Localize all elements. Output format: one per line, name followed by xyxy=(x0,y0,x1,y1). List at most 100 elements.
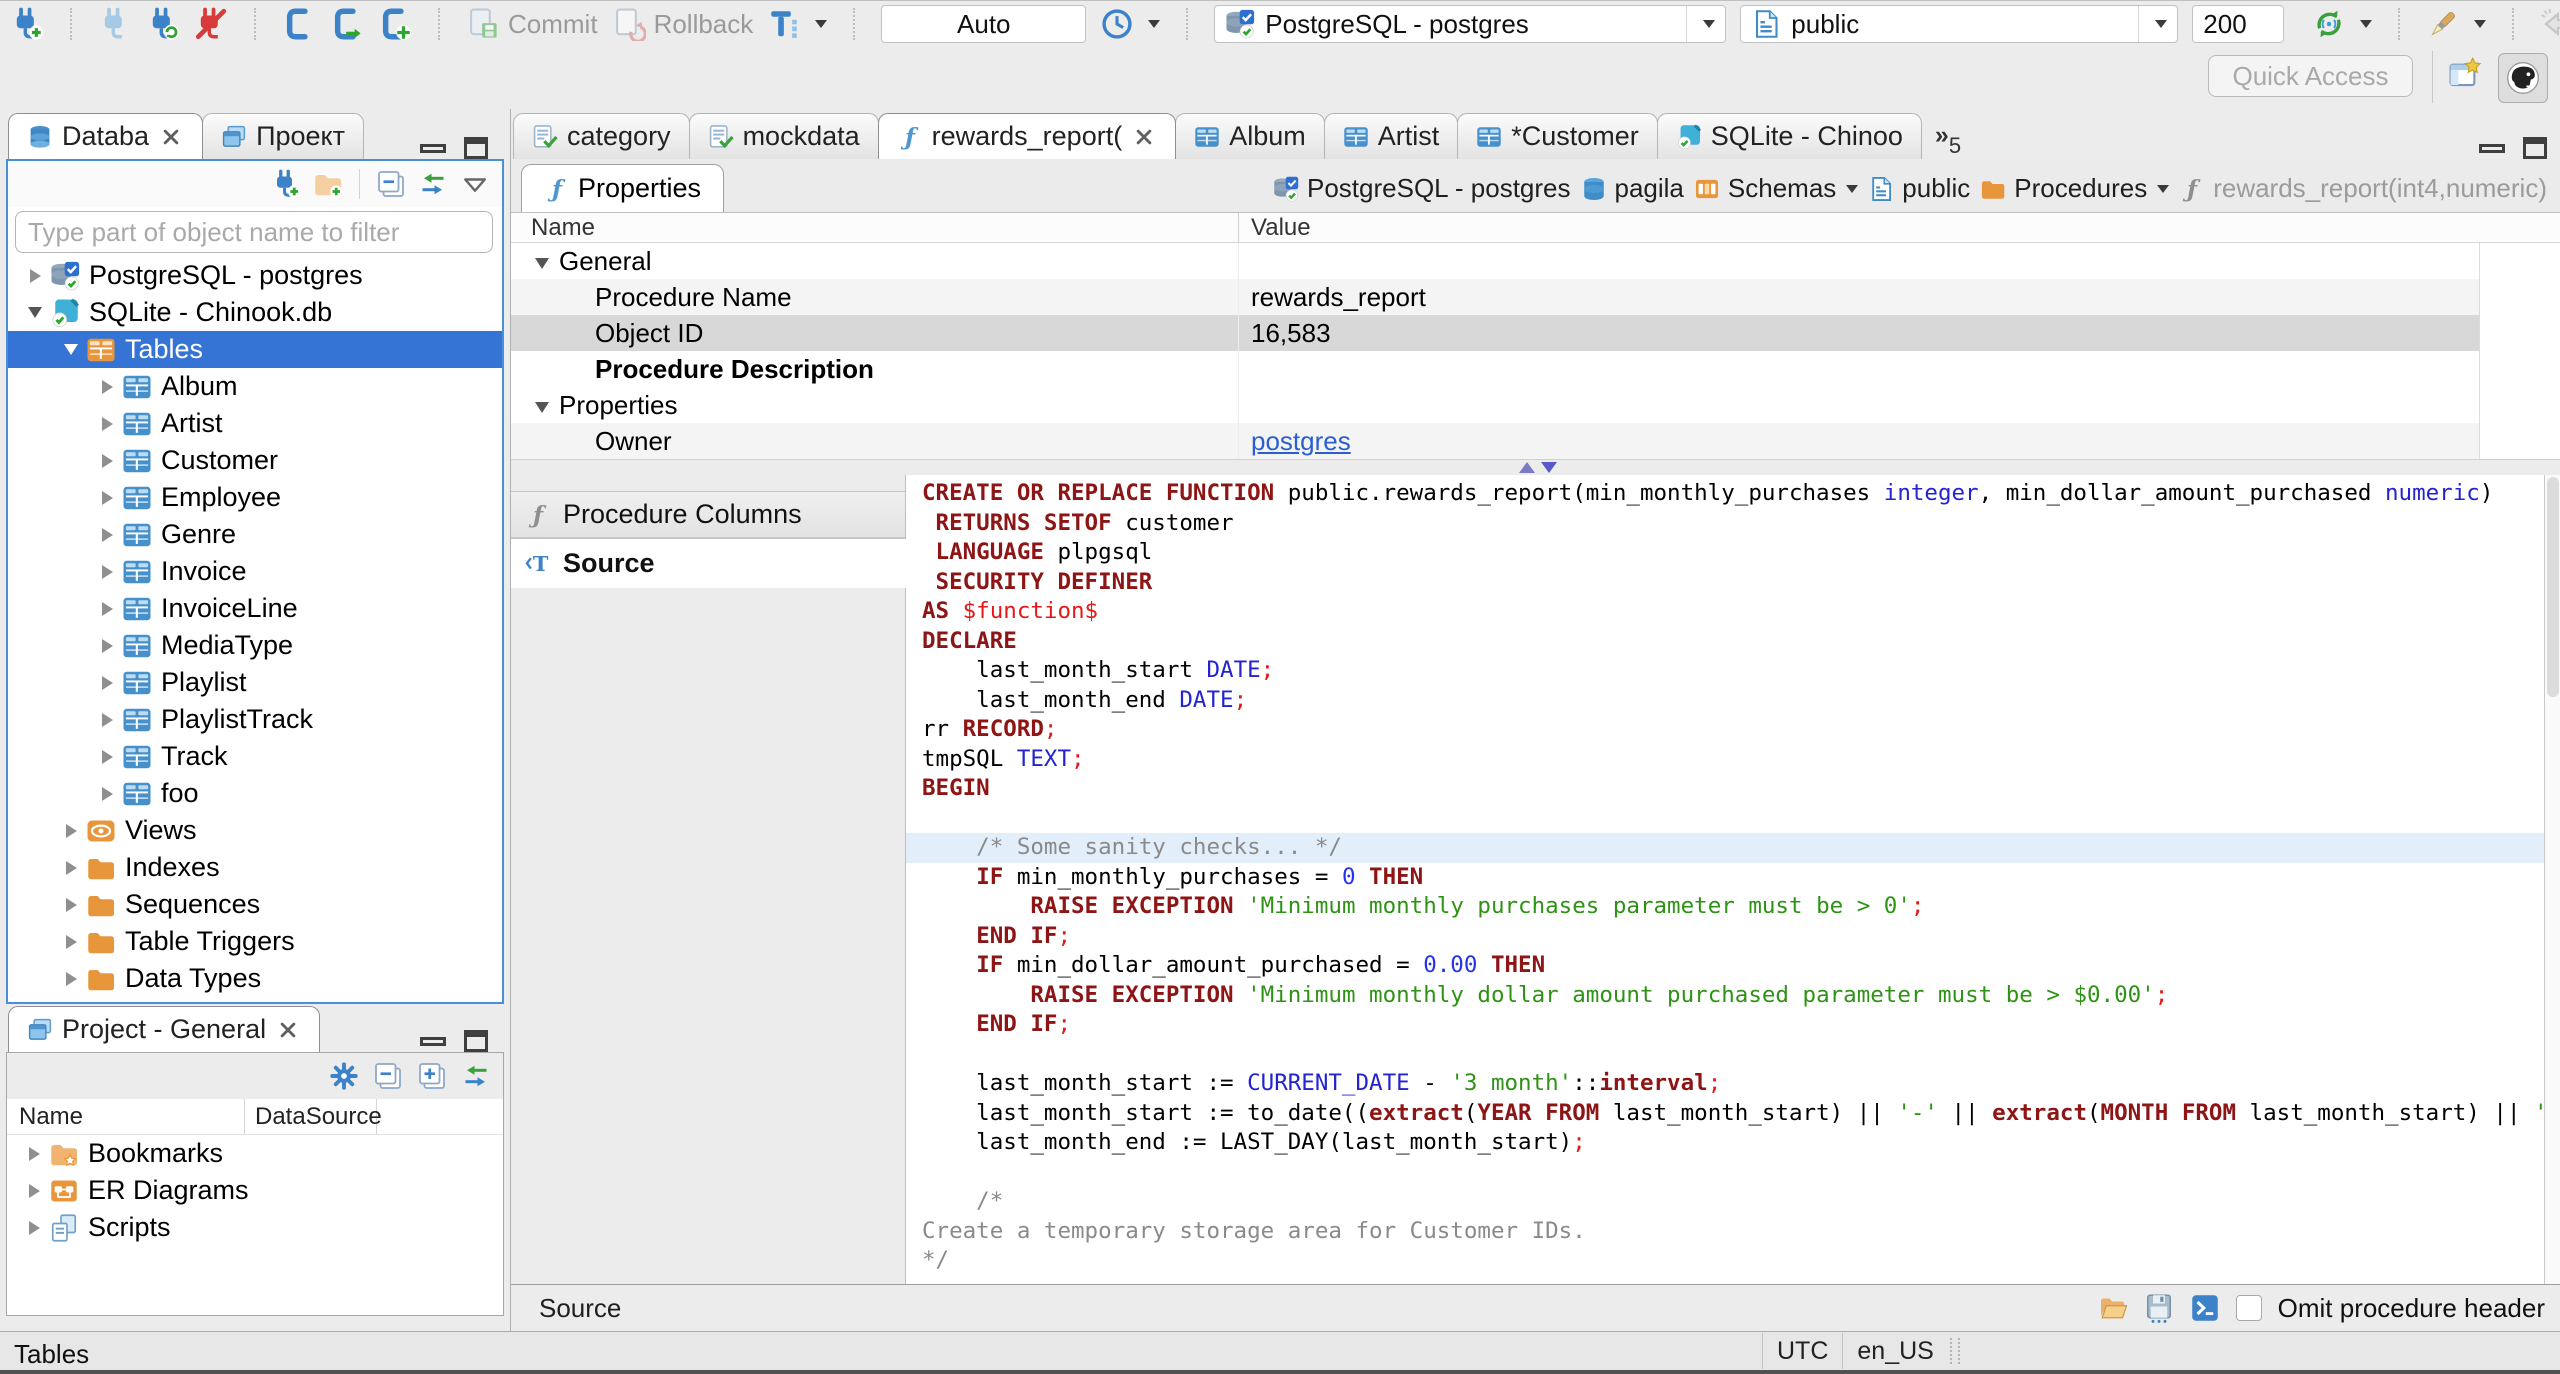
new-connection-icon[interactable] xyxy=(10,7,44,41)
breadcrumb-item-postgresql-postgres[interactable]: PostgreSQL - postgres xyxy=(1273,173,1571,204)
column-name[interactable]: Name xyxy=(7,1099,245,1134)
property-row-procedure-name[interactable]: Procedure Name rewards_report xyxy=(511,279,2560,315)
subtab-procedure-columns[interactable]: ƒ Procedure Columns xyxy=(511,491,905,538)
persist-console-icon[interactable] xyxy=(2190,1293,2220,1323)
tree-item-invoice[interactable]: Invoice xyxy=(8,553,502,590)
vertical-scrollbar[interactable] xyxy=(2544,475,2560,1284)
sql-source-code[interactable]: CREATE OR REPLACE FUNCTION public.reward… xyxy=(906,479,2544,1284)
tab-database-navigator[interactable]: Databa xyxy=(8,113,204,159)
breadcrumb-item-pagila[interactable]: pagila xyxy=(1581,173,1684,204)
tab-overflow-button[interactable]: » 5 xyxy=(1921,115,1967,159)
mock-data-button[interactable] xyxy=(2426,7,2487,41)
tree-item-foo[interactable]: foo xyxy=(8,775,502,812)
tree-item-data-types[interactable]: Data Types xyxy=(8,960,502,997)
sql-editor-icon[interactable] xyxy=(282,7,316,41)
column-datasource[interactable]: DataSource xyxy=(245,1099,382,1134)
property-row-owner[interactable]: Owner postgres xyxy=(511,423,2560,459)
chevron-right-icon[interactable] xyxy=(56,934,86,949)
property-row-procedure-description[interactable]: Procedure Description xyxy=(511,351,2560,387)
quick-access-input[interactable] xyxy=(2208,55,2413,97)
editor-tab-category[interactable]: category xyxy=(513,113,690,159)
tree-item-genre[interactable]: Genre xyxy=(8,516,502,553)
chevron-right-icon[interactable] xyxy=(92,712,122,727)
chevron-right-icon[interactable] xyxy=(92,490,122,505)
view-menu-icon[interactable] xyxy=(460,169,490,199)
chevron-right-icon[interactable] xyxy=(92,379,122,394)
editor-tab--customer[interactable]: *Customer xyxy=(1457,113,1658,159)
tree-item-playlisttrack[interactable]: PlaylistTrack xyxy=(8,701,502,738)
fetch-size-input[interactable]: 200 xyxy=(2192,5,2285,43)
dbeaver-perspective-button[interactable] xyxy=(2498,53,2548,103)
open-perspective-icon[interactable] xyxy=(2448,57,2482,91)
project-item-scripts[interactable]: Scripts xyxy=(7,1209,503,1246)
tree-item-customer[interactable]: Customer xyxy=(8,442,502,479)
commit-button[interactable]: Commit xyxy=(466,7,598,41)
maximize-icon[interactable] xyxy=(2523,137,2547,159)
tree-item-artist[interactable]: Artist xyxy=(8,405,502,442)
source-editor[interactable]: CREATE OR REPLACE FUNCTION public.reward… xyxy=(906,475,2560,1284)
tree-item-table-triggers[interactable]: Table Triggers xyxy=(8,923,502,960)
new-sql-editor-icon[interactable] xyxy=(378,7,412,41)
omit-procedure-header-checkbox[interactable] xyxy=(2235,1295,2262,1321)
chevron-down-icon[interactable] xyxy=(1846,184,1859,193)
chevron-right-icon[interactable] xyxy=(92,601,122,616)
load-from-file-icon[interactable] xyxy=(2098,1293,2128,1323)
maximize-icon[interactable] xyxy=(464,1030,488,1052)
scrollbar-thumb[interactable] xyxy=(2547,477,2559,697)
editor-tab-artist[interactable]: Artist xyxy=(1323,113,1459,159)
collapse-all-icon[interactable] xyxy=(376,169,406,199)
tree-item-track[interactable]: Track xyxy=(8,738,502,775)
close-icon[interactable] xyxy=(275,1017,301,1043)
chevron-right-icon[interactable] xyxy=(20,268,50,283)
disconnect-icon[interactable] xyxy=(194,7,228,41)
property-row-general[interactable]: General xyxy=(511,243,2560,279)
chevron-right-icon[interactable] xyxy=(56,860,86,875)
breadcrumb-item-rewards-report-int4-numeric-[interactable]: ƒ rewards_report(int4,numeric) xyxy=(2179,173,2547,204)
project-item-bookmarks[interactable]: Bookmarks xyxy=(7,1135,503,1172)
tree-item-sequences[interactable]: Sequences xyxy=(8,886,502,923)
maximize-icon[interactable] xyxy=(464,137,488,159)
chevron-right-icon[interactable] xyxy=(92,564,122,579)
breadcrumb-item-schemas[interactable]: Schemas xyxy=(1694,173,1859,204)
active-connection-combo[interactable]: PostgreSQL - postgres xyxy=(1214,5,1727,43)
tree-item-album[interactable]: Album xyxy=(8,368,502,405)
tree-item-invoiceline[interactable]: InvoiceLine xyxy=(8,590,502,627)
editor-tab-album[interactable]: Album xyxy=(1175,113,1325,159)
splitter-up-icon[interactable] xyxy=(1519,462,1535,473)
editor-tab-sqlite-chinoo[interactable]: SQLite - Chinoo xyxy=(1656,113,1922,159)
rollback-button[interactable]: Rollback xyxy=(612,7,753,41)
chevron-right-icon[interactable] xyxy=(19,1183,49,1198)
open-sql-script-icon[interactable] xyxy=(330,7,364,41)
splitter-down-icon[interactable] xyxy=(1541,462,1557,473)
tab-projects[interactable]: Проект xyxy=(202,113,365,159)
chevron-right-icon[interactable] xyxy=(19,1220,49,1235)
tree-item-views[interactable]: Views xyxy=(8,812,502,849)
chevron-right-icon[interactable] xyxy=(92,786,122,801)
chevron-down-icon[interactable] xyxy=(2157,184,2170,193)
link-with-editor-icon[interactable] xyxy=(418,169,448,199)
close-icon[interactable] xyxy=(1131,124,1157,150)
properties-scroll-gutter[interactable] xyxy=(2479,243,2560,459)
chevron-right-icon[interactable] xyxy=(56,823,86,838)
minimize-icon[interactable] xyxy=(2479,143,2505,153)
active-schema-combo[interactable]: public xyxy=(1740,5,2179,43)
new-connection-icon[interactable] xyxy=(271,169,301,199)
tree-item-indexes[interactable]: Indexes xyxy=(8,849,502,886)
editor-tab-mockdata[interactable]: mockdata xyxy=(688,113,879,159)
commit-mode-combo[interactable]: Auto xyxy=(881,5,1087,43)
breadcrumb-item-procedures[interactable]: Procedures xyxy=(1980,173,2170,204)
project-item-er-diagrams[interactable]: ER Diagrams xyxy=(7,1172,503,1209)
close-icon[interactable] xyxy=(158,124,184,150)
new-folder-icon[interactable] xyxy=(313,169,343,199)
chevron-down-icon[interactable] xyxy=(535,257,549,269)
reconnect-icon[interactable] xyxy=(146,7,180,41)
chevron-right-icon[interactable] xyxy=(56,971,86,986)
expand-all-icon[interactable] xyxy=(417,1061,447,1091)
tree-item-employee[interactable]: Employee xyxy=(8,479,502,516)
tree-item-tables[interactable]: Tables xyxy=(8,331,502,368)
chevron-down-icon[interactable] xyxy=(20,307,50,318)
status-grip[interactable] xyxy=(1949,1338,1960,1364)
chevron-right-icon[interactable] xyxy=(92,675,122,690)
auto-refresh-button[interactable] xyxy=(2312,7,2373,41)
subtab-source[interactable]: T Source xyxy=(511,538,906,588)
